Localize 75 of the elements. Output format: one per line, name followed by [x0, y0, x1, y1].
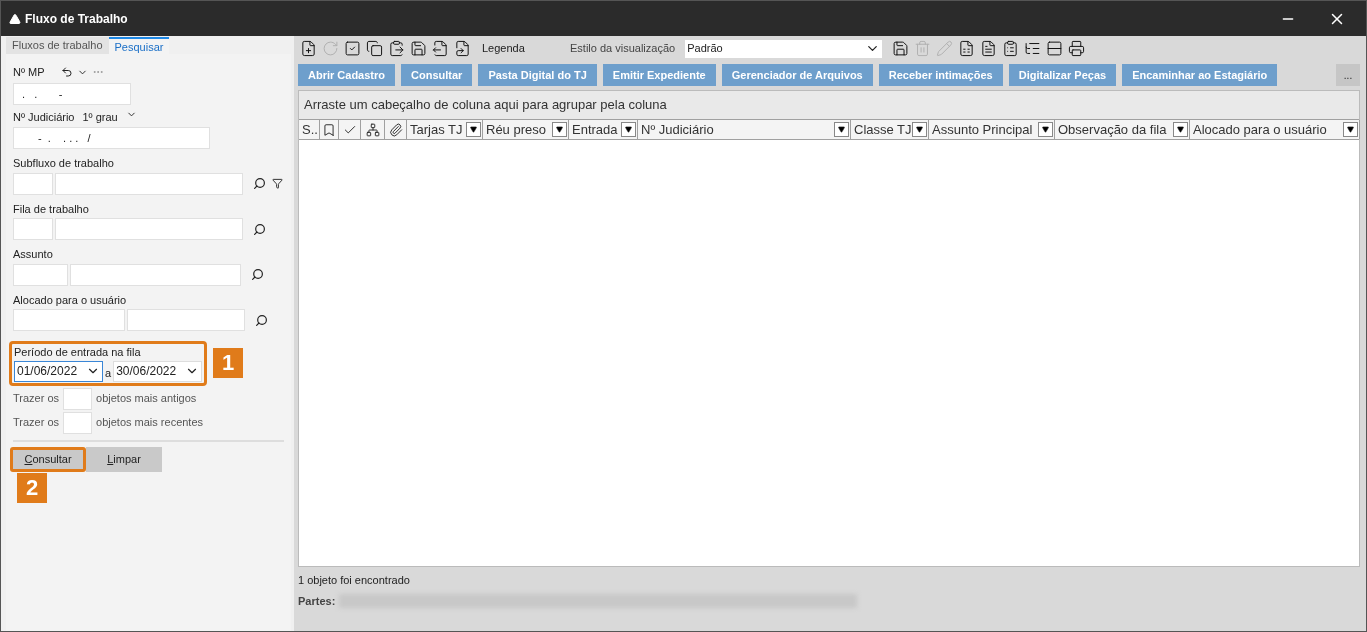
filter-dropdown-icon[interactable]: [1343, 122, 1358, 137]
undo-icon[interactable]: [60, 66, 73, 79]
input-field[interactable]: [13, 218, 53, 240]
input-field[interactable]: [55, 218, 243, 240]
app-logo-icon: [9, 12, 21, 25]
field-label: Partes:: [298, 593, 336, 609]
field-label: Período de entrada na fila: [14, 346, 141, 358]
search-icon[interactable]: [251, 268, 264, 281]
date-picker[interactable]: 30/06/2022: [113, 360, 203, 382]
filter-dropdown-icon[interactable]: [466, 122, 481, 137]
field-label: Fila de trabalho: [13, 202, 89, 215]
hierarchy-icon[interactable]: [365, 122, 380, 137]
bookmark-icon[interactable]: [322, 122, 336, 137]
floppy-icon[interactable]: [408, 38, 428, 59]
column-header[interactable]: S..: [299, 120, 320, 139]
column-header[interactable]: Nº Judiciário: [641, 119, 714, 140]
copy-icon[interactable]: [364, 38, 384, 59]
tab[interactable]: Fluxos de trabalho: [6, 37, 109, 54]
column-header[interactable]: Assunto Principal: [932, 119, 1033, 140]
view-style-dropdown[interactable]: Padrão: [685, 39, 883, 58]
filter-dropdown-icon[interactable]: [1038, 122, 1053, 137]
filter-dropdown-icon[interactable]: [834, 122, 849, 137]
input-field[interactable]: [70, 263, 241, 286]
action-button[interactable]: Consultar: [10, 446, 86, 472]
field-label: Estilo da visualização: [570, 41, 676, 57]
field-label: objetos mais recentes: [96, 415, 204, 431]
callout-number: 2: [17, 472, 47, 503]
window-title: Fluxo de Trabalho: [25, 10, 128, 28]
search-icon[interactable]: [253, 177, 266, 190]
tab[interactable]: Pesquisar: [108, 37, 170, 54]
field-label: Subfluxo de trabalho: [13, 157, 114, 169]
filter-dropdown-icon[interactable]: [621, 122, 636, 137]
range-separator: a: [105, 366, 112, 381]
input-field[interactable]: - . . . . /: [13, 127, 210, 149]
column-header[interactable]: Réu preso: [486, 119, 546, 140]
callout-number: 1: [213, 348, 244, 379]
input-field[interactable]: [127, 309, 245, 331]
input-field[interactable]: [13, 263, 68, 286]
column-header[interactable]: Alocado para o usuário: [1193, 119, 1327, 140]
column-header[interactable]: Tarjas TJ: [410, 119, 463, 140]
column-header[interactable]: Observação da fila: [1058, 119, 1167, 140]
field-label: objetos mais antigos: [96, 391, 197, 407]
search-icon[interactable]: [255, 313, 268, 327]
input-field[interactable]: [55, 172, 243, 195]
input-field[interactable]: [63, 411, 93, 434]
field-label: Alocado para o usuário: [13, 293, 127, 306]
field-label: 1º grau: [82, 109, 118, 125]
field-label: Nº MP: [13, 65, 45, 80]
input-field[interactable]: [13, 309, 125, 331]
paperclip-icon[interactable]: [388, 122, 403, 137]
filter-dropdown-icon[interactable]: [1173, 122, 1188, 137]
checked-copy-icon[interactable]: [342, 38, 362, 59]
more-button[interactable]: ...: [1336, 64, 1360, 86]
input-field[interactable]: . . -: [13, 82, 131, 105]
field-label: Nº Judiciário: [13, 109, 75, 125]
save-icon[interactable]: [890, 38, 911, 59]
filter-dropdown-icon[interactable]: [912, 122, 927, 137]
filter-dropdown-icon[interactable]: [552, 122, 567, 137]
input-field[interactable]: [63, 387, 93, 410]
search-icon[interactable]: [253, 222, 266, 236]
date-picker[interactable]: 01/06/2022: [14, 360, 103, 382]
input-field[interactable]: [13, 172, 53, 195]
print-icon[interactable]: [1066, 38, 1087, 59]
group-panel: Arraste um cabeçalho de coluna aqui para agrupar pela coluna: [299, 91, 1359, 119]
legend-label[interactable]: Legenda: [482, 40, 568, 57]
column-header[interactable]: Entrada: [572, 119, 618, 140]
action-button[interactable]: Limpar: [86, 446, 162, 472]
field-label: Assunto: [13, 248, 53, 260]
filter-icon[interactable]: [272, 178, 283, 189]
rows-icon[interactable]: [1044, 38, 1065, 59]
result-count: 1 objeto foi encontrado: [298, 573, 411, 588]
field-label: Trazer os: [13, 415, 60, 431]
export-icon[interactable]: [430, 38, 450, 59]
column-header[interactable]: Classe TJ: [854, 119, 912, 140]
field-label: Trazer os: [13, 391, 60, 407]
